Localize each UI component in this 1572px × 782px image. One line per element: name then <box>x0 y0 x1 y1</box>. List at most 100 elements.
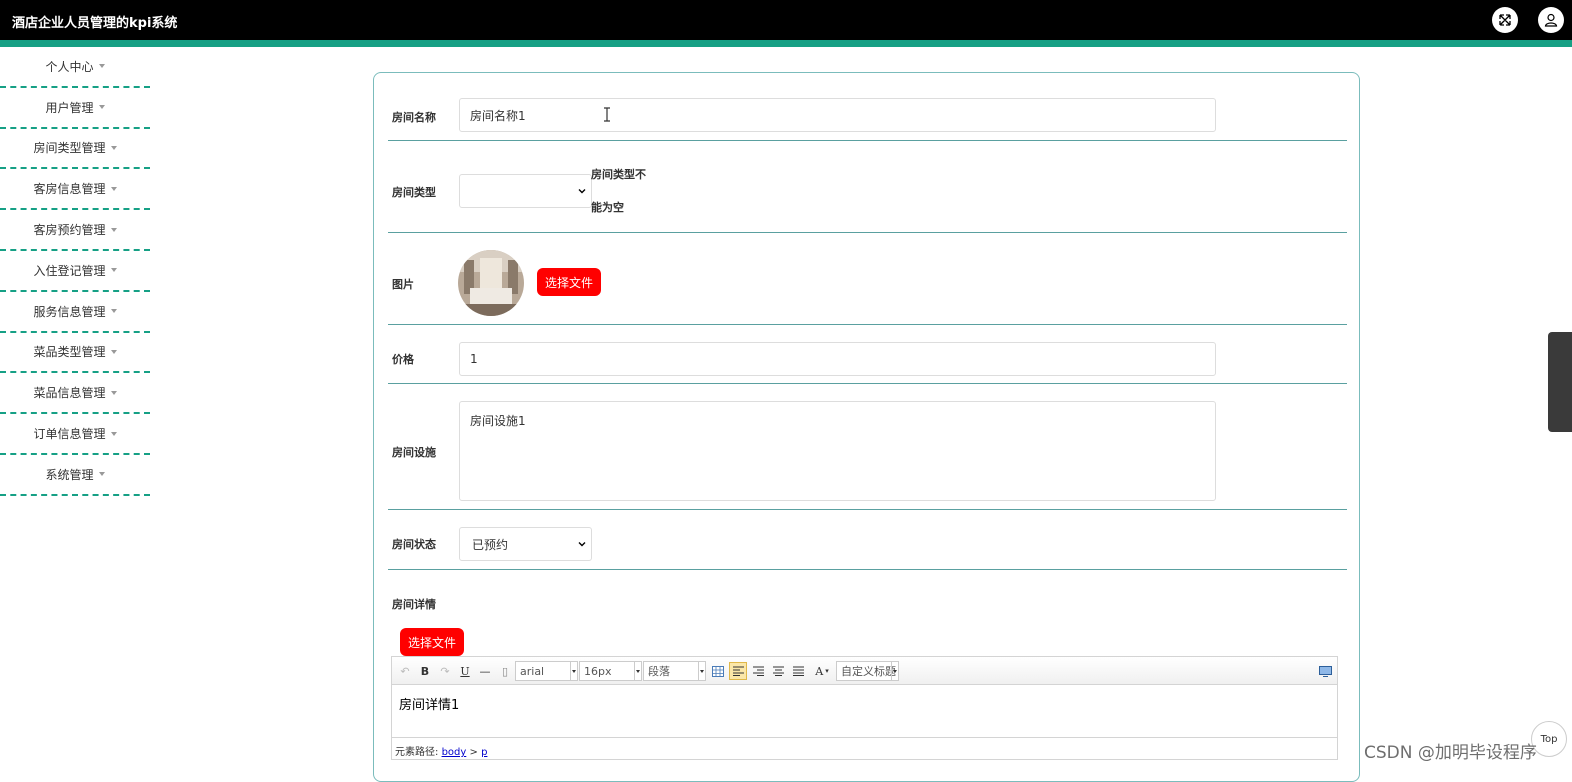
caret-down-icon <box>110 390 117 395</box>
form-row-status: 房间状态 已预约 <box>388 510 1347 570</box>
header-accent-bar <box>0 40 1572 47</box>
rich-text-editor: ↶ B ↷ U — ▯ arial 16px 段落 A ▾ 自定义标题 房间详情… <box>391 656 1338 760</box>
preview-icon[interactable] <box>1317 662 1333 680</box>
element-path-label: 元素路径: <box>395 747 439 758</box>
bold-icon[interactable]: B <box>418 662 432 680</box>
details-label: 房间详情 <box>392 598 436 611</box>
redo-icon[interactable]: ↷ <box>438 662 452 680</box>
element-path-body-link[interactable]: body <box>442 747 467 758</box>
sidebar-item-dish-types[interactable]: 菜品类型管理 <box>0 333 150 374</box>
document-icon[interactable]: ▯ <box>498 662 512 680</box>
sidebar-item-users[interactable]: 用户管理 <box>0 88 150 129</box>
align-center-icon[interactable] <box>770 662 786 680</box>
underline-icon[interactable]: U <box>458 662 472 680</box>
sidebar-item-label: 系统管理 <box>45 467 94 482</box>
caret-down-icon <box>110 268 117 273</box>
form-row-room-name: 房间名称 <box>388 73 1347 141</box>
custom-title-select[interactable]: 自定义标题 <box>836 661 899 681</box>
align-left-icon[interactable] <box>729 662 747 680</box>
sidebar-item-system[interactable]: 系统管理 <box>0 455 150 496</box>
custom-title-value: 自定义标题 <box>841 665 896 678</box>
room-type-label: 房间类型 <box>392 186 436 199</box>
room-type-error: 房间类型不 能为空 <box>591 158 655 224</box>
app-title: 酒店企业人员管理的kpi系统 <box>12 16 178 31</box>
form-row-image: 图片 选择文件 <box>388 233 1347 325</box>
sidebar-item-label: 菜品类型管理 <box>33 345 106 360</box>
sidebar-item-label: 菜品信息管理 <box>33 386 106 401</box>
font-size-value: 16px <box>584 664 612 678</box>
editor-content[interactable]: 房间详情1 <box>399 694 459 713</box>
error-line-1: 房间类型不 <box>591 168 646 181</box>
horizontal-rule-icon[interactable]: — <box>478 662 492 680</box>
user-button[interactable] <box>1538 7 1564 33</box>
room-image-thumbnail[interactable] <box>458 250 524 316</box>
font-family-value: arial <box>520 664 545 678</box>
align-justify-icon[interactable] <box>790 662 806 680</box>
caret-down-icon <box>98 472 105 477</box>
sidebar-item-label: 入住登记管理 <box>33 263 106 278</box>
sidebar-item-label: 个人中心 <box>45 59 94 74</box>
caret-down-icon <box>110 309 117 314</box>
element-path-p-link[interactable]: p <box>481 747 487 758</box>
image-choose-file-button[interactable]: 选择文件 <box>537 268 602 296</box>
sidebar-item-label: 客房信息管理 <box>33 182 106 197</box>
text-cursor-icon <box>604 107 610 122</box>
top-header: 酒店企业人员管理的kpi系统 <box>0 0 1572 40</box>
caret-down-icon <box>110 431 117 436</box>
sidebar-item-room-info[interactable]: 客房信息管理 <box>0 169 150 211</box>
room-type-select[interactable] <box>459 174 592 208</box>
sidebar-item-label: 房间类型管理 <box>33 141 106 156</box>
paragraph-select[interactable]: 段落 <box>643 661 706 681</box>
fullscreen-icon <box>1499 14 1511 26</box>
form-row-facilities: 房间设施 房间设施1 <box>388 384 1347 510</box>
sidebar-item-service-info[interactable]: 服务信息管理 <box>0 292 150 333</box>
error-line-2: 能为空 <box>591 201 624 214</box>
caret-down-icon <box>98 64 105 69</box>
dropdown-arrow-icon <box>634 662 641 680</box>
user-icon <box>1544 13 1558 27</box>
font-size-select[interactable]: 16px <box>579 661 642 681</box>
caret-down-icon <box>110 186 117 191</box>
caret-down-icon <box>110 349 117 354</box>
room-name-input[interactable] <box>459 98 1216 132</box>
facilities-label: 房间设施 <box>392 446 436 459</box>
side-panel-handle[interactable] <box>1548 332 1572 432</box>
sidebar-item-room-types[interactable]: 房间类型管理 <box>0 129 150 170</box>
chevron-down-icon <box>578 542 586 547</box>
dropdown-arrow-icon <box>698 662 705 680</box>
facilities-textarea[interactable]: 房间设施1 <box>459 401 1216 501</box>
undo-icon[interactable]: ↶ <box>398 662 412 680</box>
table-icon[interactable] <box>710 662 726 680</box>
sidebar-item-orders[interactable]: 订单信息管理 <box>0 414 150 455</box>
sidebar-menu: 个人中心 用户管理 房间类型管理 客房信息管理 客房预约管理 入住登记管理 服务… <box>0 47 150 496</box>
editor-element-path: 元素路径: body > p <box>392 737 1337 759</box>
editor-toolbar: ↶ B ↷ U — ▯ arial 16px 段落 A ▾ 自定义标题 <box>392 657 1337 685</box>
dropdown-arrow-icon <box>570 662 577 680</box>
sidebar-item-label: 客房预约管理 <box>33 223 106 238</box>
font-family-select[interactable]: arial <box>515 661 578 681</box>
status-value: 已预约 <box>472 537 509 552</box>
element-path-separator: > <box>469 747 478 758</box>
caret-down-icon <box>110 145 117 150</box>
fullscreen-button[interactable] <box>1492 7 1518 33</box>
sidebar-item-label: 用户管理 <box>45 100 94 115</box>
sidebar-item-dish-info[interactable]: 菜品信息管理 <box>0 373 150 415</box>
sidebar-item-label: 订单信息管理 <box>33 427 106 442</box>
image-label: 图片 <box>392 278 414 291</box>
align-right-icon[interactable] <box>750 662 766 680</box>
room-name-label: 房间名称 <box>392 111 436 124</box>
status-label: 房间状态 <box>392 538 436 551</box>
watermark-text: CSDN @加明毕设程序 <box>1364 743 1537 763</box>
sidebar-item-label: 服务信息管理 <box>33 304 106 319</box>
sidebar-item-personal-center[interactable]: 个人中心 <box>0 47 150 88</box>
sidebar-item-room-booking[interactable]: 客房预约管理 <box>0 210 150 251</box>
status-select[interactable]: 已预约 <box>459 527 592 561</box>
caret-down-icon <box>98 105 105 110</box>
font-color-icon[interactable]: A ▾ <box>811 662 833 680</box>
dropdown-arrow-icon <box>891 662 898 680</box>
price-input[interactable] <box>459 342 1216 376</box>
paragraph-value: 段落 <box>648 665 670 678</box>
sidebar-item-checkin[interactable]: 入住登记管理 <box>0 251 150 292</box>
details-choose-file-button[interactable]: 选择文件 <box>400 628 465 656</box>
form-row-room-type: 房间类型 房间类型不 能为空 <box>388 141 1347 233</box>
